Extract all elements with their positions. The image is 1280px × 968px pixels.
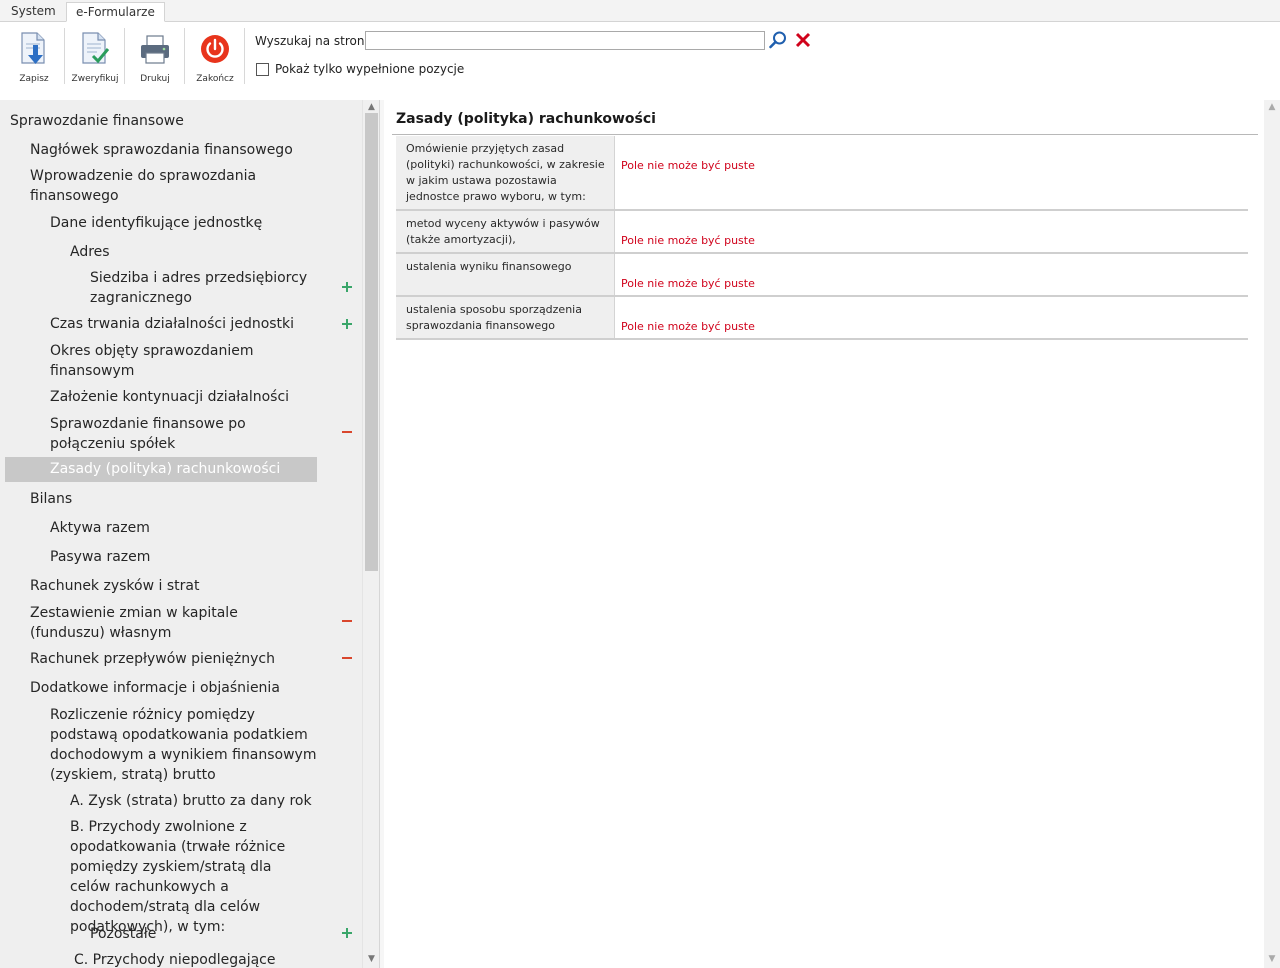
tree-item-sprawozdanie-po-polaczeniu[interactable]: Sprawozdanie finansowe po połączeniu spó… (50, 414, 325, 454)
form-row: Omówienie przyjętych zasad (polityki) ra… (396, 136, 1248, 211)
tree-item-przychody-niepodlegajace[interactable]: C. Przychody niepodlegające (74, 950, 344, 968)
search-label: Wyszukaj na stronie (255, 34, 376, 48)
tree-item-aktywa-razem[interactable]: Aktywa razem (50, 518, 330, 538)
tree-item-zysk-strata-brutto[interactable]: A. Zysk (strata) brutto za dany rok (70, 791, 330, 811)
field-label: ustalenia sposobu sporządzenia sprawozda… (396, 297, 615, 338)
tree-item-adres[interactable]: Adres (70, 242, 330, 262)
tree-item-sprawozdanie-finansowe[interactable]: Sprawozdanie finansowe (10, 111, 350, 131)
form-row: metod wyceny aktywów i pasywów (także am… (396, 211, 1248, 254)
toolbar-separator (244, 28, 245, 84)
plus-icon[interactable] (342, 282, 352, 292)
tree-item-przychody-zwolnione[interactable]: B. Przychody zwolnione z opodatkowania (… (70, 817, 315, 937)
close-icon[interactable] (793, 30, 813, 50)
field-label: Omówienie przyjętych zasad (polityki) ra… (396, 136, 615, 209)
verify-label: Zweryfikuj (71, 74, 119, 84)
power-icon (201, 35, 229, 63)
tree-item-pozostale[interactable]: Pozostałe (90, 924, 320, 944)
form-scrollbar[interactable]: ▲ ▼ (1264, 100, 1280, 968)
verify-button[interactable]: Zweryfikuj (67, 26, 123, 86)
tree-item-dodatkowe-informacje[interactable]: Dodatkowe informacje i objaśnienia (30, 678, 330, 698)
tab-strip: System e-Formularze (0, 0, 1280, 22)
scrollbar-thumb[interactable] (365, 113, 378, 571)
tree-item-zasady-polityka[interactable]: Zasady (polityka) rachunkowości (5, 457, 317, 482)
form-row: ustalenia sposobu sporządzenia sprawozda… (396, 297, 1248, 340)
tree-panel: Sprawozdanie finansowe Nagłówek sprawozd… (0, 100, 379, 968)
print-label: Drukuj (140, 74, 170, 84)
field-label: metod wyceny aktywów i pasywów (także am… (396, 211, 615, 252)
validation-error[interactable]: Pole nie może być puste (621, 277, 755, 290)
scroll-up-icon[interactable]: ▲ (363, 101, 379, 113)
tree-item-czas-trwania[interactable]: Czas trwania działalności jednostki (50, 314, 330, 334)
tree-item-rachunek-zyskow[interactable]: Rachunek zysków i strat (30, 576, 330, 596)
search-input[interactable] (365, 31, 765, 50)
tree-item-zalozenie-kontynuacji[interactable]: Założenie kontynuacji działalności (50, 387, 330, 407)
tree-item-pasywa-razem[interactable]: Pasywa razem (50, 547, 330, 567)
tree-item-wprowadzenie[interactable]: Wprowadzenie do sprawozdania finansowego (30, 166, 280, 206)
scroll-up-icon[interactable]: ▲ (1264, 101, 1280, 113)
section-title: Zasady (polityka) rachunkowości (396, 111, 656, 127)
plus-icon[interactable] (342, 319, 352, 329)
exit-button[interactable]: Zakończ (187, 26, 243, 86)
validation-error[interactable]: Pole nie może być puste (621, 320, 755, 333)
field-label: ustalenia wyniku finansowego (396, 254, 615, 295)
tree-item-naglowek[interactable]: Nagłówek sprawozdania finansowego (30, 140, 330, 160)
printer-icon (141, 35, 169, 64)
tree-scrollbar[interactable]: ▲ ▼ (362, 100, 379, 968)
form-row: ustalenia wyniku finansowego Pole nie mo… (396, 254, 1248, 297)
toolbar: Zapisz Zweryfikuj Drukuj Zakończ Wyszuka… (0, 22, 1280, 88)
tree-item-bilans[interactable]: Bilans (30, 489, 310, 509)
search-icon[interactable] (768, 30, 788, 50)
exit-label: Zakończ (196, 74, 234, 84)
title-divider (392, 134, 1258, 135)
tree-item-okres-objety[interactable]: Okres objęty sprawozdaniem finansowym (50, 341, 280, 381)
scroll-down-icon[interactable]: ▼ (363, 953, 379, 965)
verify-document-icon (82, 32, 110, 64)
save-document-icon (21, 32, 45, 64)
tree-item-rozliczenie-roznicy[interactable]: Rozliczenie różnicy pomiędzy podstawą op… (50, 705, 322, 785)
minus-icon[interactable] (342, 653, 352, 663)
tree-item-dane-identyfikujace[interactable]: Dane identyfikujące jednostkę (50, 213, 330, 233)
tree-item-zestawienie-zmian[interactable]: Zestawienie zmian w kapitale (funduszu) … (30, 603, 310, 643)
scroll-down-icon[interactable]: ▼ (1264, 953, 1280, 965)
plus-icon[interactable] (342, 928, 352, 938)
minus-icon[interactable] (342, 427, 352, 437)
validation-error[interactable]: Pole nie może być puste (621, 234, 755, 247)
save-label: Zapisz (19, 74, 49, 84)
tree-item-rachunek-przeplywow[interactable]: Rachunek przepływów pieniężnych (30, 649, 330, 669)
save-button[interactable]: Zapisz (6, 26, 62, 86)
print-button[interactable]: Drukuj (127, 26, 183, 86)
tree-item-siedziba-adres[interactable]: Siedziba i adres przedsiębiorcy zagranic… (90, 268, 325, 308)
only-filled-label: Pokaż tylko wypełnione pozycje (275, 62, 465, 76)
form-panel: Zasady (polityka) rachunkowości Omówieni… (384, 100, 1264, 968)
only-filled-checkbox[interactable] (256, 63, 269, 76)
validation-error[interactable]: Pole nie może być puste (621, 159, 755, 172)
minus-icon[interactable] (342, 616, 352, 626)
tab-system[interactable]: System (2, 2, 65, 22)
tab-e-formularze[interactable]: e-Formularze (66, 2, 165, 22)
